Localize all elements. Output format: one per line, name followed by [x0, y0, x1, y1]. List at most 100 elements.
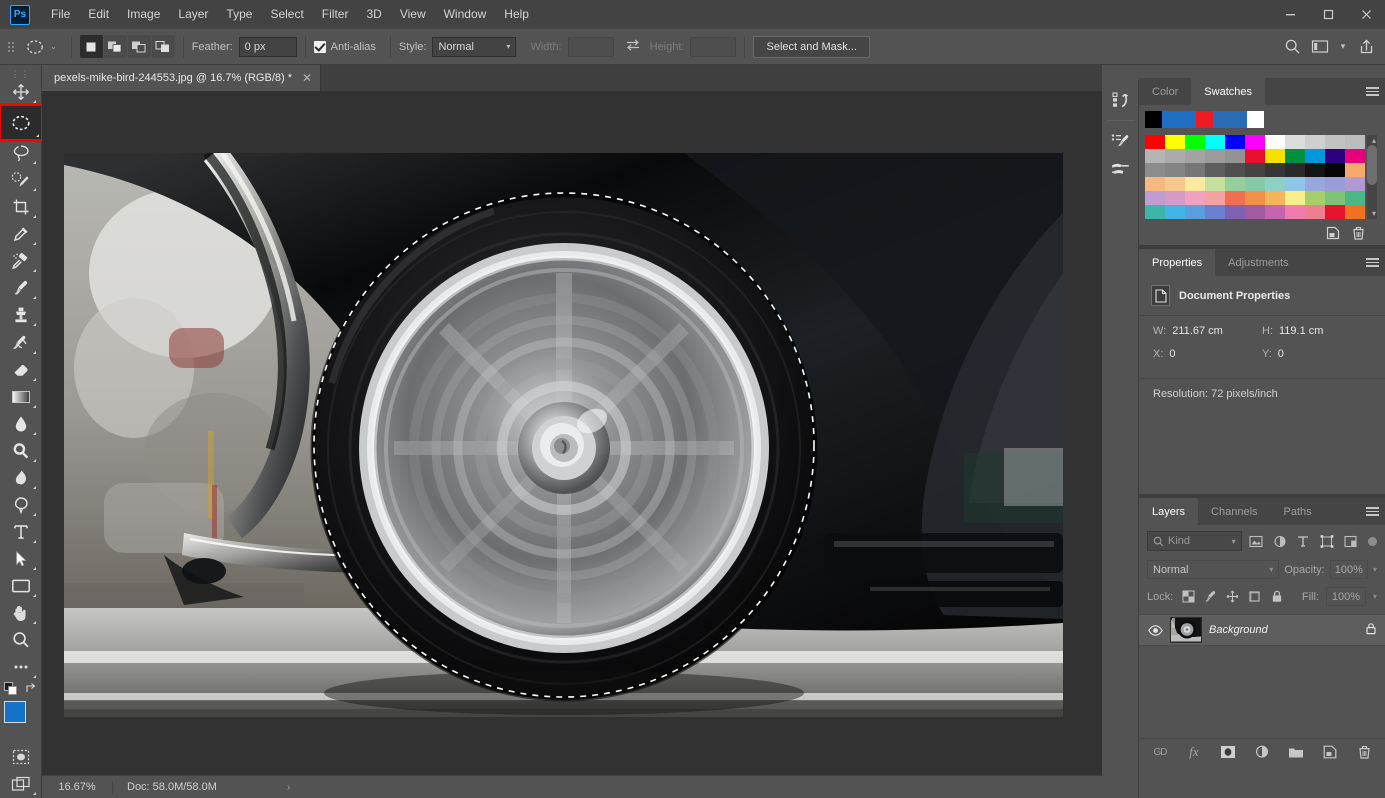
color-swatch[interactable] [1345, 135, 1365, 149]
color-swatch[interactable] [1345, 205, 1365, 219]
recent-swatch[interactable] [1145, 111, 1162, 128]
color-swatch[interactable] [1305, 149, 1325, 163]
document-image[interactable] [64, 153, 1063, 717]
arrange-documents-button[interactable] [1307, 34, 1333, 60]
color-swatch[interactable] [1165, 135, 1185, 149]
lock-artboard-nesting-icon[interactable] [1247, 589, 1262, 604]
color-swatch[interactable] [1325, 177, 1345, 191]
color-swatch[interactable] [1145, 191, 1165, 205]
color-swatch[interactable] [1305, 163, 1325, 177]
color-swatch[interactable] [1225, 191, 1245, 205]
subtract-from-selection-button[interactable] [127, 35, 151, 58]
color-swatch[interactable] [1265, 177, 1285, 191]
color-swatch[interactable] [1225, 163, 1245, 177]
menu-select[interactable]: Select [261, 0, 312, 29]
menu-image[interactable]: Image [118, 0, 169, 29]
antialias-row[interactable]: Anti-alias [313, 40, 382, 53]
horizontal-type-tool[interactable] [4, 519, 38, 545]
arrange-chevron-button[interactable]: ▾ [1335, 34, 1351, 60]
eyedropper-tool[interactable] [4, 221, 38, 247]
share-button[interactable] [1353, 34, 1379, 60]
hand-tool[interactable] [4, 600, 38, 626]
fill-chevron-icon[interactable]: ▾ [1373, 592, 1377, 601]
color-swatch[interactable] [1165, 163, 1185, 177]
scroll-down-icon[interactable]: ▾ [1372, 209, 1376, 218]
width-input[interactable] [567, 36, 614, 57]
recent-swatch[interactable] [1247, 111, 1264, 128]
filter-shape-layers-icon[interactable] [1318, 532, 1337, 551]
status-expand-icon[interactable]: › [287, 782, 290, 793]
opacity-chevron-icon[interactable]: ▾ [1373, 565, 1377, 574]
opacity-value[interactable]: 100% [1329, 560, 1368, 579]
color-swatch[interactable] [1205, 135, 1225, 149]
zoom-tool[interactable] [4, 627, 38, 653]
color-swatch[interactable] [1265, 163, 1285, 177]
link-layers-button[interactable]: GD [1151, 743, 1169, 761]
filter-pixel-layers-icon[interactable] [1247, 532, 1266, 551]
color-swatch[interactable] [1325, 163, 1345, 177]
style-select[interactable]: Normal ▾ [432, 36, 517, 57]
properties-panel-menu-button[interactable] [1366, 249, 1379, 276]
lock-transparent-pixels-icon[interactable] [1181, 589, 1196, 604]
tab-layers[interactable]: Layers [1139, 498, 1199, 525]
menu-help[interactable]: Help [495, 0, 538, 29]
history-brush-tool[interactable] [4, 329, 38, 355]
color-swatch[interactable] [1305, 205, 1325, 219]
select-and-mask-button[interactable]: Select and Mask... [753, 35, 870, 58]
search-button[interactable] [1279, 34, 1305, 60]
lock-all-icon[interactable] [1269, 589, 1284, 604]
property-y[interactable]: Y: 0 [1262, 348, 1371, 360]
gradient-tool[interactable] [4, 384, 38, 410]
delete-layer-button[interactable] [1355, 743, 1373, 761]
color-swatch[interactable] [1205, 191, 1225, 205]
menu-view[interactable]: View [391, 0, 435, 29]
layer-style-button[interactable]: fx [1185, 743, 1203, 761]
path-selection-tool[interactable] [4, 546, 38, 572]
new-selection-button[interactable] [79, 35, 103, 58]
color-swatch[interactable] [1345, 149, 1365, 163]
intersect-with-selection-button[interactable] [151, 35, 175, 58]
color-swatch[interactable] [1285, 149, 1305, 163]
color-swatch[interactable] [1205, 205, 1225, 219]
color-swatch[interactable] [1225, 149, 1245, 163]
color-swatch[interactable] [1345, 191, 1365, 205]
elliptical-marquee-tool[interactable] [0, 103, 44, 142]
color-swatch[interactable] [1205, 177, 1225, 191]
menu-type[interactable]: Type [217, 0, 261, 29]
menu-filter[interactable]: Filter [313, 0, 358, 29]
recent-swatch[interactable] [1179, 111, 1196, 128]
tool-preset-chevron-icon[interactable]: ⌄ [50, 42, 57, 51]
tab-adjustments[interactable]: Adjustments [1215, 249, 1302, 276]
layer-thumbnail[interactable] [1170, 617, 1202, 643]
color-swatch[interactable] [1285, 163, 1305, 177]
lock-image-pixels-icon[interactable] [1203, 589, 1218, 604]
property-width[interactable]: W: 211.67 cm [1153, 325, 1262, 337]
active-tool-preview[interactable] [22, 35, 48, 59]
color-swatch[interactable] [1265, 191, 1285, 205]
filter-type-layers-icon[interactable] [1294, 532, 1313, 551]
menu-window[interactable]: Window [435, 0, 496, 29]
layer-name[interactable]: Background [1209, 624, 1358, 636]
property-height[interactable]: H: 119.1 cm [1262, 325, 1371, 337]
filter-smart-objects-icon[interactable] [1341, 532, 1360, 551]
color-swatch[interactable] [1205, 163, 1225, 177]
eraser-tool[interactable] [4, 357, 38, 383]
color-swatch[interactable] [1305, 191, 1325, 205]
burn-tool[interactable] [4, 465, 38, 491]
canvas-area[interactable] [42, 91, 1102, 775]
filter-toggle-switch[interactable] [1368, 536, 1378, 546]
move-tool[interactable] [4, 79, 38, 105]
property-x[interactable]: X: 0 [1153, 348, 1262, 360]
layer-kind-filter[interactable]: Kind ▾ [1147, 531, 1242, 551]
rectangle-tool[interactable] [4, 573, 38, 599]
edit-toolbar-button[interactable] [4, 654, 38, 680]
new-adjustment-layer-button[interactable] [1253, 743, 1271, 761]
color-swatch[interactable] [1265, 135, 1285, 149]
crop-tool[interactable] [4, 194, 38, 220]
swap-width-height-button[interactable] [624, 38, 642, 55]
color-swatch[interactable] [1225, 177, 1245, 191]
blur-tool[interactable] [4, 411, 38, 437]
color-swatch[interactable] [1165, 149, 1185, 163]
recent-swatch[interactable] [1196, 111, 1213, 128]
color-swatch[interactable] [1185, 135, 1205, 149]
